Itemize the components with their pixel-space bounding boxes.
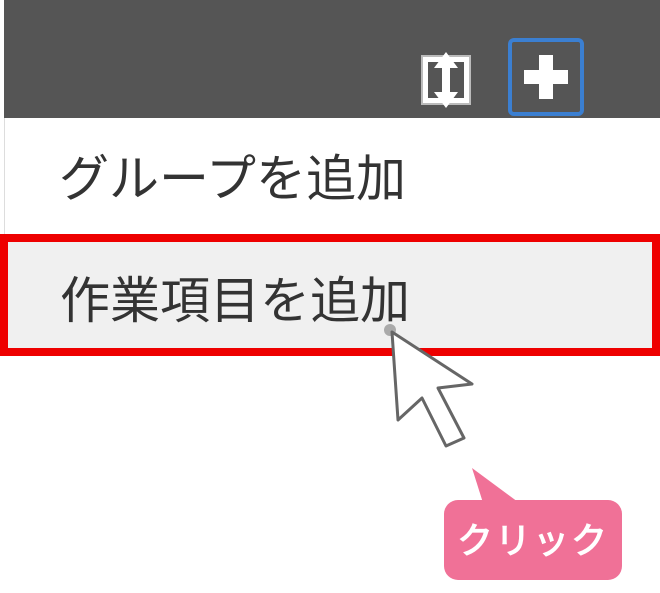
toolbar bbox=[4, 0, 660, 118]
plus-icon bbox=[518, 49, 574, 105]
menu-item-add-group[interactable]: グループを追加 bbox=[5, 118, 410, 236]
callout-label: クリック bbox=[456, 521, 609, 562]
resize-button[interactable] bbox=[408, 38, 484, 116]
menu-item-add-work-item[interactable]: 作業項目を追加 bbox=[0, 234, 660, 356]
mouse-pointer bbox=[380, 322, 480, 452]
mouse-pointer-icon bbox=[384, 324, 474, 448]
screenshot-stage: グループを追加 作業項目を追加 クリック bbox=[0, 0, 660, 593]
add-dropdown-menu: グループを追加 bbox=[4, 118, 410, 236]
add-button[interactable] bbox=[508, 38, 584, 116]
menu-item-label: 作業項目を追加 bbox=[60, 272, 410, 330]
click-callout: クリック bbox=[444, 462, 622, 580]
menu-item-label: グループを追加 bbox=[59, 150, 406, 208]
vertical-resize-icon bbox=[421, 52, 471, 108]
